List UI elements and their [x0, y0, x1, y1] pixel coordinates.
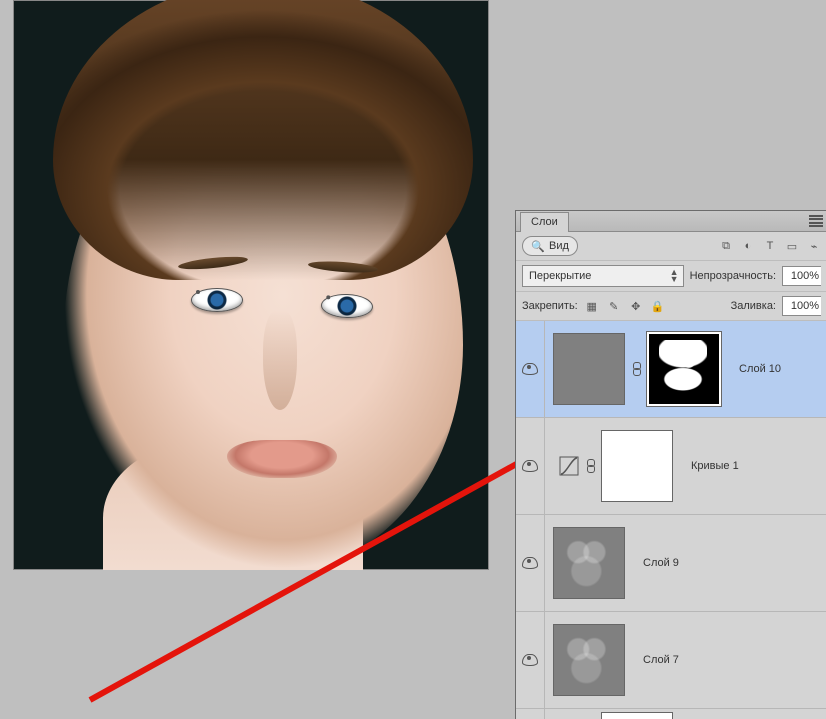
blend-opacity-row: Перекрытие ▲▼ Непрозрачность: 100%: [516, 261, 826, 292]
panel-tabbar: Слои: [516, 211, 826, 232]
layer-mask-thumbnail[interactable]: [601, 430, 673, 502]
layer-name[interactable]: Кривые 1: [691, 460, 739, 472]
layer-name[interactable]: Слой 10: [739, 363, 781, 375]
layers-panel: Слои 🔍 Вид ⧉ ◐ T ▭ ⌁ Перекрытие ▲▼ Непро…: [515, 210, 826, 719]
filter-pixel-icon[interactable]: ⧉: [719, 239, 733, 253]
layer-thumbnail[interactable]: [553, 624, 625, 696]
opacity-input[interactable]: 100%: [782, 266, 821, 286]
blend-mode-select[interactable]: Перекрытие ▲▼: [522, 265, 684, 287]
eye-icon: [522, 557, 538, 569]
layer-row[interactable]: Кривые 1: [516, 418, 826, 515]
visibility-toggle[interactable]: [516, 321, 545, 417]
filter-smart-icon[interactable]: ⌁: [807, 239, 821, 253]
eye-icon: [522, 363, 538, 375]
filter-type-label: Вид: [549, 240, 569, 252]
curves-adjustment-icon: [559, 456, 579, 476]
visibility-toggle[interactable]: [516, 418, 545, 514]
filter-row: 🔍 Вид ⧉ ◐ T ▭ ⌁: [516, 232, 826, 261]
document-canvas[interactable]: [13, 0, 489, 570]
select-arrows-icon: ▲▼: [670, 269, 679, 283]
filter-text-icon[interactable]: T: [763, 239, 777, 253]
layer-row[interactable]: Слой 7: [516, 612, 826, 709]
portrait-image: [13, 0, 489, 570]
panel-menu-icon[interactable]: [809, 214, 823, 228]
blend-mode-value: Перекрытие: [529, 270, 591, 282]
mask-link-icon[interactable]: [631, 362, 641, 376]
mask-link-icon[interactable]: [585, 459, 595, 473]
opacity-label: Непрозрачность:: [690, 270, 776, 282]
layer-mask-thumbnail[interactable]: [601, 712, 673, 719]
visibility-toggle[interactable]: [516, 709, 545, 719]
layer-row[interactable]: Цветовой то…: [516, 709, 826, 719]
layer-name[interactable]: Слой 7: [643, 654, 679, 666]
lock-paint-icon[interactable]: ✎: [606, 298, 622, 314]
lock-transparency-icon[interactable]: ▦: [584, 298, 600, 314]
lock-position-icon[interactable]: ✥: [628, 298, 644, 314]
lock-all-icon[interactable]: 🔒: [650, 298, 666, 314]
tab-layers[interactable]: Слои: [520, 212, 569, 232]
search-icon: 🔍: [531, 239, 545, 253]
filter-shape-icon[interactable]: ▭: [785, 239, 799, 253]
eye-icon: [522, 460, 538, 472]
visibility-toggle[interactable]: [516, 612, 545, 708]
lock-fill-row: Закрепить: ▦ ✎ ✥ 🔒 Заливка: 100%: [516, 292, 826, 321]
layer-thumbnail[interactable]: [553, 527, 625, 599]
layer-row[interactable]: Слой 10: [516, 321, 826, 418]
fill-label: Заливка:: [731, 300, 776, 312]
layer-filter-type[interactable]: 🔍 Вид: [522, 236, 578, 256]
layer-list: Слой 10 Кривые 1 Слой 9: [516, 321, 826, 719]
lock-label: Закрепить:: [522, 300, 578, 312]
layer-name[interactable]: Слой 9: [643, 557, 679, 569]
layer-thumbnail[interactable]: [553, 333, 625, 405]
filter-adjustment-icon[interactable]: ◐: [741, 239, 755, 253]
eye-icon: [522, 654, 538, 666]
layer-row[interactable]: Слой 9: [516, 515, 826, 612]
visibility-toggle[interactable]: [516, 515, 545, 611]
layer-mask-thumbnail[interactable]: [647, 332, 721, 406]
fill-input[interactable]: 100%: [782, 296, 821, 316]
